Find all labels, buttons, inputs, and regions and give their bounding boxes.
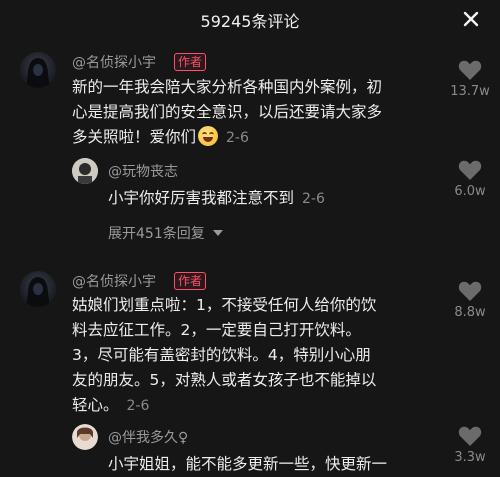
reply-like-button[interactable]: 3.3w [450, 424, 490, 465]
comment-username[interactable]: @名侦探小宇 [72, 271, 156, 291]
reply-username[interactable]: @伴我多久♀ [108, 427, 188, 447]
comment-text: 姑娘们划重点啦：1，不接受任何人给你的饮 料去应征工作。2，一定要自己打开饮料。… [72, 293, 452, 419]
hooded-figure-icon [26, 277, 50, 307]
comment-last-line: 轻心。 2-6 [72, 393, 452, 419]
comment-line: 3，尽可能有盖密封的饮料。4，特别小心朋 [72, 346, 371, 364]
comment-time: 2-6 [126, 398, 150, 414]
reply-content: 小宇姐姐，能不能多更新一些，快更新一 [108, 455, 388, 473]
heart-icon [458, 281, 482, 301]
comment-line: 料去应征工作。2，一定要自己打开饮料。 [72, 321, 361, 339]
comment-line: 友的朋友。5，对熟人或者女孩子也不能掉以 [72, 371, 377, 389]
heart-icon [458, 426, 482, 446]
like-count: 8.8w [454, 305, 486, 320]
avatar-picture-icon [72, 424, 98, 450]
reply-avatar[interactable] [72, 424, 98, 450]
comment-item: @名侦探小宇 作者 姑娘们划重点啦：1，不接受任何人给你的饮 料去应征工作。2，… [0, 0, 500, 473]
comment-line: 轻心。 [72, 396, 119, 414]
reply-text: 小宇姐姐，能不能多更新一些，快更新一 [108, 452, 443, 477]
author-badge: 作者 [174, 272, 207, 290]
like-button[interactable]: 8.8w [450, 279, 490, 320]
avatar[interactable] [20, 271, 56, 307]
comment-line: 姑娘们划重点啦：1，不接受任何人给你的饮 [72, 296, 377, 314]
like-count: 3.3w [454, 450, 486, 465]
